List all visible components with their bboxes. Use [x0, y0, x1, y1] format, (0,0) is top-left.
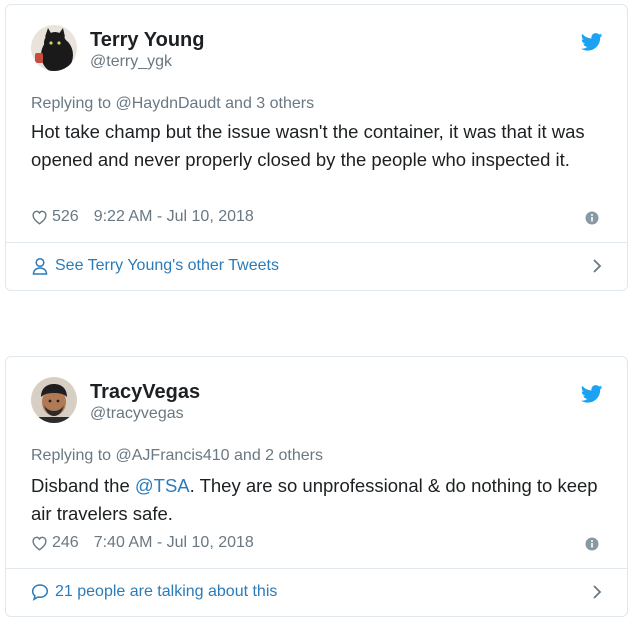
- divider: [6, 242, 627, 243]
- footer-label[interactable]: 21 people are talking about this: [55, 583, 277, 601]
- reply-prefix: Replying to: [31, 95, 112, 112]
- replying-to: Replying to @AJFrancis410 and 2 others: [31, 447, 323, 465]
- timestamp[interactable]: 7:40 AM - Jul 10, 2018: [94, 534, 254, 552]
- tweet-text-part: Disband the: [31, 475, 135, 496]
- twitter-bird-icon[interactable]: [581, 385, 603, 403]
- footer-link[interactable]: 21 people are talking about this: [31, 583, 603, 601]
- display-name[interactable]: Terry Young: [90, 29, 204, 52]
- footer-link[interactable]: See Terry Young's other Tweets: [31, 257, 603, 275]
- person-icon: [32, 257, 48, 275]
- heart-icon[interactable]: [31, 209, 48, 225]
- avatar[interactable]: [31, 377, 77, 423]
- tweet-text: Disband the @TSA. They are so unprofessi…: [31, 472, 606, 528]
- tweet-card: TracyVegas @tracyvegas Replying to @AJFr…: [5, 356, 628, 617]
- tweet-meta: 526 9:22 AM - Jul 10, 2018: [31, 208, 254, 226]
- tweet-meta: 246 7:40 AM - Jul 10, 2018: [31, 534, 254, 552]
- user-handle[interactable]: @tracyvegas: [90, 405, 184, 423]
- heart-icon[interactable]: [31, 535, 48, 551]
- reply-mention-link[interactable]: @AJFrancis410: [116, 447, 230, 464]
- chevron-right-icon[interactable]: [591, 584, 603, 600]
- display-name[interactable]: TracyVegas: [90, 381, 200, 404]
- tweet-card: Terry Young @terry_ygk Replying to @Hayd…: [5, 4, 628, 291]
- user-handle[interactable]: @terry_ygk: [90, 53, 172, 71]
- like-count[interactable]: 526: [52, 208, 79, 226]
- replying-to: Replying to @HaydnDaudt and 3 others: [31, 95, 314, 113]
- reply-suffix[interactable]: and 2 others: [234, 447, 323, 464]
- footer-label[interactable]: See Terry Young's other Tweets: [55, 257, 279, 275]
- reply-prefix: Replying to: [31, 447, 112, 464]
- chevron-right-icon[interactable]: [591, 258, 603, 274]
- divider: [6, 568, 627, 569]
- timestamp[interactable]: 9:22 AM - Jul 10, 2018: [94, 208, 254, 226]
- speech-bubble-icon: [31, 584, 49, 601]
- reply-suffix[interactable]: and 3 others: [225, 95, 314, 112]
- tweet-text: Hot take champ but the issue wasn't the …: [31, 121, 585, 170]
- twitter-bird-icon[interactable]: [581, 33, 603, 51]
- info-icon[interactable]: [585, 211, 599, 225]
- avatar[interactable]: [31, 25, 77, 71]
- mention-link[interactable]: @TSA: [135, 475, 190, 496]
- like-count[interactable]: 246: [52, 534, 79, 552]
- info-icon[interactable]: [585, 537, 599, 551]
- reply-mention-link[interactable]: @HaydnDaudt: [116, 95, 221, 112]
